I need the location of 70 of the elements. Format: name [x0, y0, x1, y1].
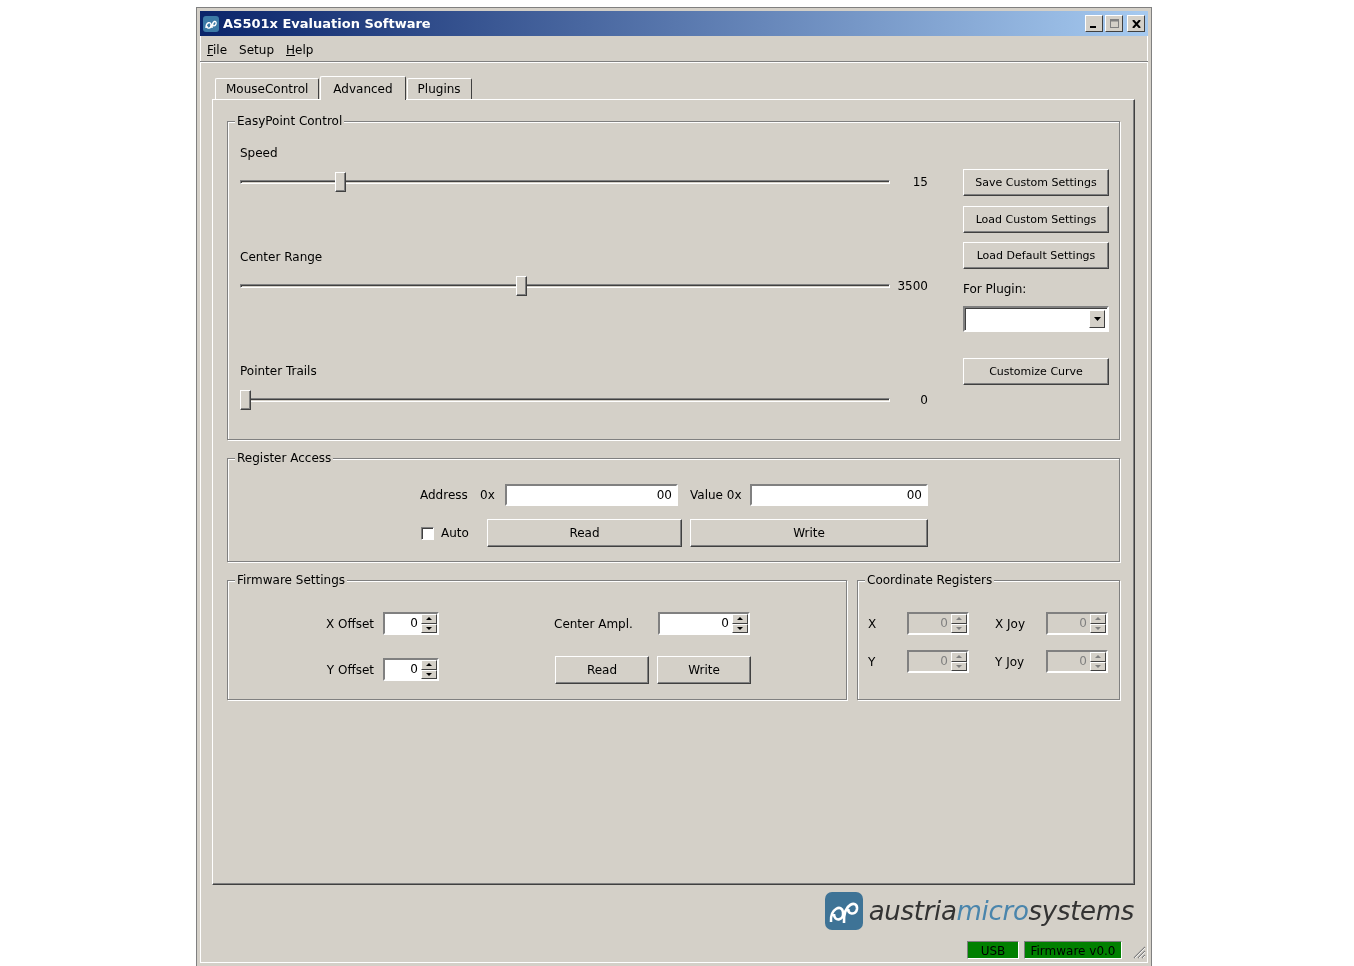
field-label: Y Offset: [325, 662, 374, 677]
slider-label: Center Range: [240, 249, 324, 265]
slider-thumb[interactable]: [516, 276, 528, 296]
spin-down-button[interactable]: [421, 623, 437, 633]
status-panel: USB: [967, 941, 1019, 959]
checkbox-label: Auto: [441, 526, 470, 540]
spin-down-button[interactable]: [421, 669, 437, 679]
field-label: Y Joy: [995, 654, 1026, 669]
spin-box[interactable]: 0: [658, 612, 750, 635]
minimize-button[interactable]: [1085, 15, 1103, 32]
resize-grip-icon: [1133, 946, 1146, 959]
status-panel: Firmware v0.0: [1024, 941, 1122, 959]
customize-curve-button[interactable]: Customize Curve: [963, 358, 1109, 385]
checkbox[interactable]: [421, 526, 434, 540]
slider-value: 0: [919, 393, 928, 407]
field-label: X Joy: [995, 616, 1027, 631]
slider-value: 3500: [896, 279, 928, 293]
slider-thumb[interactable]: [334, 172, 346, 192]
settings-button[interactable]: Save Custom Settings: [963, 169, 1109, 196]
field-label: X: [868, 616, 878, 631]
group-title: Register Access: [235, 451, 334, 466]
company-logo-text: austriamicrosystems: [868, 896, 1134, 926]
dropdown-button[interactable]: [1089, 310, 1105, 328]
window-title: AS501x Evaluation Software: [223, 16, 432, 31]
field-label: Address: [420, 488, 469, 502]
slider-thumb[interactable]: [240, 390, 251, 410]
field-label: Value 0x: [690, 488, 743, 502]
read-button[interactable]: Read: [487, 519, 682, 547]
group-title: Firmware Settings: [235, 573, 348, 588]
close-icon: [1131, 19, 1141, 28]
menu-item[interactable]: Help: [281, 43, 321, 57]
value-field[interactable]: 00: [750, 484, 928, 506]
spin-up-button[interactable]: [421, 614, 437, 624]
read-button[interactable]: Read: [555, 655, 649, 684]
dropdown-label: For Plugin:: [963, 281, 1028, 297]
menu-item[interactable]: Setup: [234, 43, 282, 57]
spin-up-button[interactable]: [421, 660, 437, 670]
minimize-icon: [1090, 26, 1096, 28]
plugin-dropdown[interactable]: [963, 306, 1109, 332]
spin-box[interactable]: 0: [383, 612, 439, 635]
tab[interactable]: MouseControl: [215, 78, 320, 99]
spin-up-button[interactable]: [732, 614, 748, 624]
spin-box[interactable]: 0: [383, 658, 439, 681]
caret-icon: [1093, 317, 1101, 321]
app-logo-icon: [203, 15, 219, 32]
group-title: EasyPoint Control: [235, 114, 345, 129]
group-title: Coordinate Registers: [865, 573, 995, 588]
spin-down-button[interactable]: [732, 623, 748, 633]
maximize-icon: [1109, 19, 1119, 28]
tab[interactable]: Plugins: [406, 78, 472, 99]
maximize-button[interactable]: [1105, 15, 1123, 32]
company-logo-icon: [824, 892, 863, 930]
slider-label: Pointer Trails: [240, 363, 318, 379]
settings-button[interactable]: Load Default Settings: [963, 242, 1109, 269]
slider-label: Speed: [240, 145, 279, 161]
field-label: Center Ampl.: [554, 616, 634, 631]
tab[interactable]: Advanced: [320, 76, 406, 100]
field-label: 0x: [480, 488, 496, 502]
slider-track[interactable]: [240, 276, 890, 296]
slider-track[interactable]: [240, 390, 890, 410]
write-button[interactable]: Write: [690, 519, 928, 547]
close-button[interactable]: [1127, 15, 1145, 32]
settings-button[interactable]: Load Custom Settings: [963, 206, 1109, 233]
slider-track[interactable]: [240, 172, 890, 192]
menu-item[interactable]: File: [202, 43, 235, 57]
slider-value: 15: [911, 175, 928, 189]
address-field[interactable]: 00: [505, 484, 678, 506]
write-button[interactable]: Write: [657, 655, 751, 684]
field-label: Y: [868, 654, 877, 669]
field-label: X Offset: [324, 616, 374, 631]
